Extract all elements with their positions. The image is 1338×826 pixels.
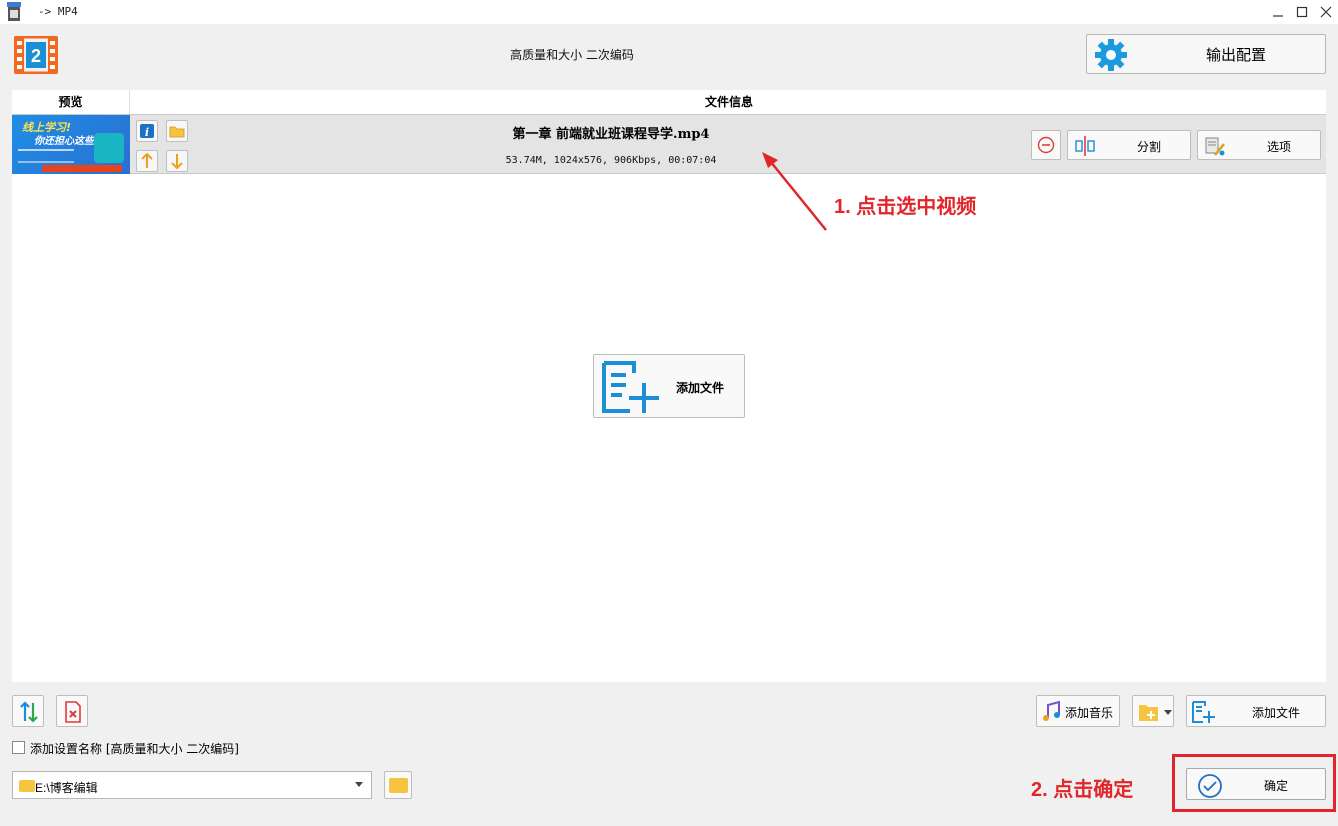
- output-path-value: E:\博客编辑: [35, 781, 98, 795]
- output-path-select[interactable]: E:\博客编辑: [12, 771, 372, 799]
- split-label: 分割: [1136, 140, 1161, 154]
- annotation-step-1: 1. 点击选中视频: [834, 196, 977, 218]
- add-folder-icon: [1139, 705, 1158, 721]
- file-name: 第一章 前端就业班课程导学.mp4: [512, 127, 710, 142]
- check-circle-icon: [1198, 774, 1222, 798]
- annotation-step-2: 2. 点击确定: [1031, 779, 1134, 801]
- folder-icon: [19, 780, 35, 792]
- clear-list-icon: [65, 701, 81, 723]
- column-header-file-info: 文件信息: [132, 90, 1326, 114]
- column-header-preview: 预览: [12, 90, 130, 114]
- browse-folder-button[interactable]: [384, 771, 412, 799]
- sort-icon: [20, 701, 38, 723]
- output-config-label: 输出配置: [1205, 45, 1266, 64]
- folder-icon: [389, 778, 408, 793]
- window-title: -> MP4: [38, 5, 78, 18]
- add-file-center-label: 添加文件: [676, 381, 725, 395]
- chevron-down-icon: [355, 782, 363, 787]
- options-icon: [1205, 137, 1225, 156]
- maximize-button[interactable]: [1290, 0, 1314, 24]
- add-folder-button[interactable]: [1132, 695, 1174, 727]
- gear-icon: [1095, 39, 1127, 71]
- ok-button[interactable]: 确定: [1186, 768, 1326, 800]
- maximize-icon: [1296, 6, 1308, 18]
- file-meta: 53.74M, 1024x576, 906Kbps, 00:07:04: [505, 155, 717, 166]
- output-config-button[interactable]: 输出配置: [1086, 34, 1326, 74]
- preset-title: 高质量和大小 二次编码: [510, 48, 634, 62]
- add-file-label: 添加文件: [1251, 706, 1300, 720]
- split-button[interactable]: 分割: [1067, 130, 1191, 160]
- add-file-button[interactable]: 添加文件: [1186, 695, 1326, 727]
- options-label: 选项: [1266, 140, 1291, 154]
- file-list: 预览 文件信息 线上学习! 你还担心这些? i 第一章 前端就业班课程导学.mp…: [12, 90, 1326, 682]
- sort-button[interactable]: [12, 695, 44, 727]
- thumbnail-text-2: 你还担心这些?: [34, 136, 100, 147]
- title-bar: -> MP4: [0, 0, 1338, 24]
- close-button[interactable]: [1314, 0, 1338, 24]
- minimize-icon: [1273, 15, 1283, 17]
- add-file-small-icon: [1192, 701, 1215, 723]
- add-file-center-button[interactable]: 添加文件: [593, 354, 745, 418]
- close-icon: [1320, 6, 1332, 18]
- add-music-label: 添加音乐: [1065, 706, 1114, 720]
- add-setting-name-label: 添加设置名称 [高质量和大小 二次编码]: [30, 742, 239, 756]
- minimize-button[interactable]: [1266, 0, 1290, 24]
- add-music-button[interactable]: 添加音乐: [1036, 695, 1120, 727]
- add-file-icon: [602, 361, 659, 413]
- ok-label: 确定: [1263, 779, 1288, 793]
- video-thumbnail: 线上学习! 你还担心这些?: [12, 115, 130, 174]
- chevron-down-icon: [1164, 710, 1172, 715]
- remove-file-button[interactable]: [1031, 130, 1061, 160]
- annotation-arrow: [762, 152, 827, 231]
- music-icon: [1043, 700, 1060, 721]
- options-button[interactable]: 选项: [1197, 130, 1321, 160]
- file-row[interactable]: 线上学习! 你还担心这些? i 第一章 前端就业班课程导学.mp4 53.74M…: [12, 114, 1326, 174]
- app-icon: [7, 2, 21, 21]
- clear-list-button[interactable]: [56, 695, 88, 727]
- add-setting-name-checkbox[interactable]: [12, 741, 25, 754]
- split-icon: [1075, 136, 1095, 156]
- remove-icon: [1037, 136, 1055, 154]
- header: 2 高质量和大小 二次编码 输出配置: [0, 24, 1338, 86]
